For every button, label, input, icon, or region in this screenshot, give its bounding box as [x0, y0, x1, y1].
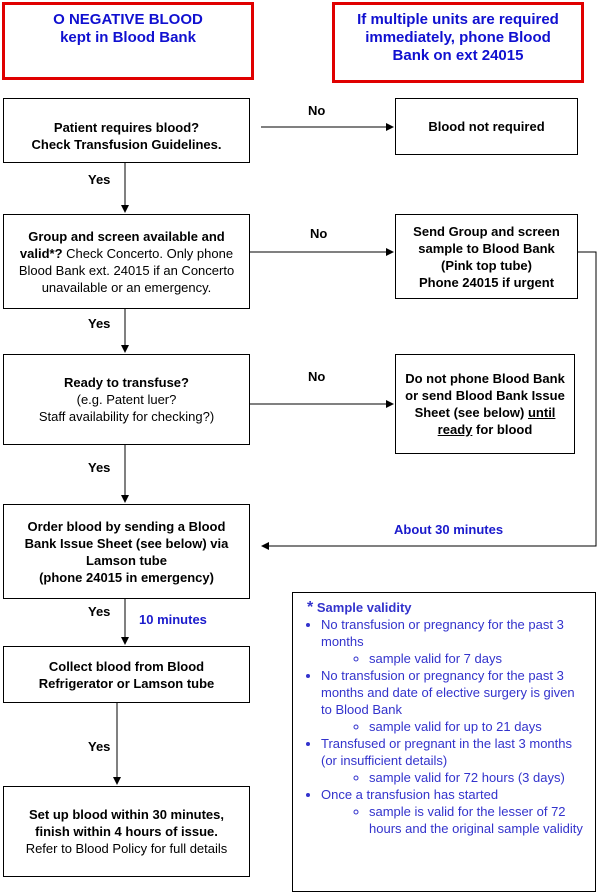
label-no: No	[308, 103, 326, 118]
step-line: (phone 24015 in emergency)	[39, 569, 214, 585]
outcome-line: (Pink top tube)	[441, 257, 532, 273]
step-order: Order blood by sending a Blood Bank Issu…	[3, 504, 250, 599]
outcome-not-required: Blood not required	[395, 98, 578, 155]
step-group-screen: Group and screen available and valid*? C…	[3, 214, 250, 309]
outcome-do-not-phone: Do not phone Blood Bank or send Blood Ba…	[395, 354, 575, 454]
validity-item: Transfused or pregnant in the last 3 mon…	[321, 735, 587, 786]
validity-period: sample valid for up to 21 days	[369, 718, 587, 735]
step-line: (e.g. Patent luer?	[76, 392, 177, 407]
o-negative-note: O NEGATIVE BLOOD kept in Blood Bank	[2, 2, 254, 80]
label-yes: Yes	[88, 172, 111, 187]
step-line: Staff availability for checking?)	[38, 409, 215, 424]
validity-list: No transfusion or pregnancy for the past…	[301, 616, 587, 837]
step-line: Refer to Blood Policy for full details	[25, 841, 228, 856]
validity-condition: No transfusion or pregnancy for the past…	[321, 668, 575, 717]
outcome-text: Blood not required	[428, 119, 545, 134]
step-line: Collect blood from Blood	[48, 658, 205, 674]
validity-title-text: Sample validity	[316, 600, 412, 615]
note-line: If multiple units are required	[357, 11, 559, 28]
label-yes: Yes	[88, 739, 111, 754]
step-collect: Collect blood from Blood Refrigerator or…	[3, 646, 250, 703]
text-part: for blood	[472, 422, 533, 437]
note-line: O NEGATIVE BLOOD	[53, 11, 203, 28]
step-line: Check Transfusion Guidelines.	[31, 136, 222, 152]
step-ready: Ready to transfuse? (e.g. Patent luer? S…	[3, 354, 250, 445]
step-line: Bank Issue Sheet (see below) via	[24, 535, 229, 551]
validity-period: sample is valid for the lesser of 72 hou…	[369, 803, 587, 837]
label-yes: Yes	[88, 316, 111, 331]
step-text: Group and screen available and valid*? C…	[10, 228, 243, 296]
validity-item: No transfusion or pregnancy for the past…	[321, 616, 587, 667]
outcome-line: sample to Blood Bank	[418, 240, 555, 256]
label-10-minutes: 10 minutes	[139, 612, 207, 627]
validity-item: No transfusion or pregnancy for the past…	[321, 667, 587, 735]
label-about-30-minutes: About 30 minutes	[394, 522, 504, 537]
outcome-send-sample: Send Group and screen sample to Blood Ba…	[395, 214, 578, 299]
step-line: finish within 4 hours of issue.	[35, 824, 218, 839]
validity-item: Once a transfusion has startedsample is …	[321, 786, 587, 837]
step-line: Set up blood within 30 minutes,	[28, 807, 224, 822]
note-line: immediately, phone Blood	[365, 29, 551, 46]
step-line: Refrigerator or Lamson tube	[38, 675, 215, 691]
validity-title: * Sample validity	[307, 599, 587, 616]
note-line: kept in Blood Bank	[60, 29, 196, 46]
step-question: Ready to transfuse?	[64, 375, 189, 390]
validity-period: sample valid for 72 hours (3 days)	[369, 769, 587, 786]
step-setup: Set up blood within 30 minutes, finish w…	[3, 786, 250, 877]
multiple-units-note: If multiple units are required immediate…	[332, 2, 584, 83]
outcome-line: Phone 24015 if urgent	[418, 274, 555, 290]
note-line: Bank on ext 24015	[392, 47, 524, 64]
step-line: Lamson tube	[86, 552, 167, 568]
validity-condition: Transfused or pregnant in the last 3 mon…	[321, 736, 572, 768]
step-patient-requires: Patient requires blood? Check Transfusio…	[3, 98, 250, 163]
step-line: Patient requires blood?	[53, 119, 200, 135]
outcome-text: Do not phone Blood Bank or send Blood Ba…	[404, 370, 566, 438]
validity-period: sample valid for 7 days	[369, 650, 587, 667]
outcome-line: Send Group and screen	[413, 223, 560, 239]
validity-condition: Once a transfusion has started	[321, 787, 499, 802]
asterisk: *	[307, 599, 314, 616]
label-no: No	[308, 369, 326, 384]
step-line: Order blood by sending a Blood	[27, 518, 226, 534]
validity-condition: No transfusion or pregnancy for the past…	[321, 617, 564, 649]
label-yes: Yes	[88, 604, 111, 619]
sample-validity-box: * Sample validity No transfusion or preg…	[292, 592, 596, 892]
blood-transfusion-flowchart: O NEGATIVE BLOOD kept in Blood Bank If m…	[0, 0, 598, 894]
label-yes: Yes	[88, 460, 111, 475]
label-no: No	[310, 226, 328, 241]
